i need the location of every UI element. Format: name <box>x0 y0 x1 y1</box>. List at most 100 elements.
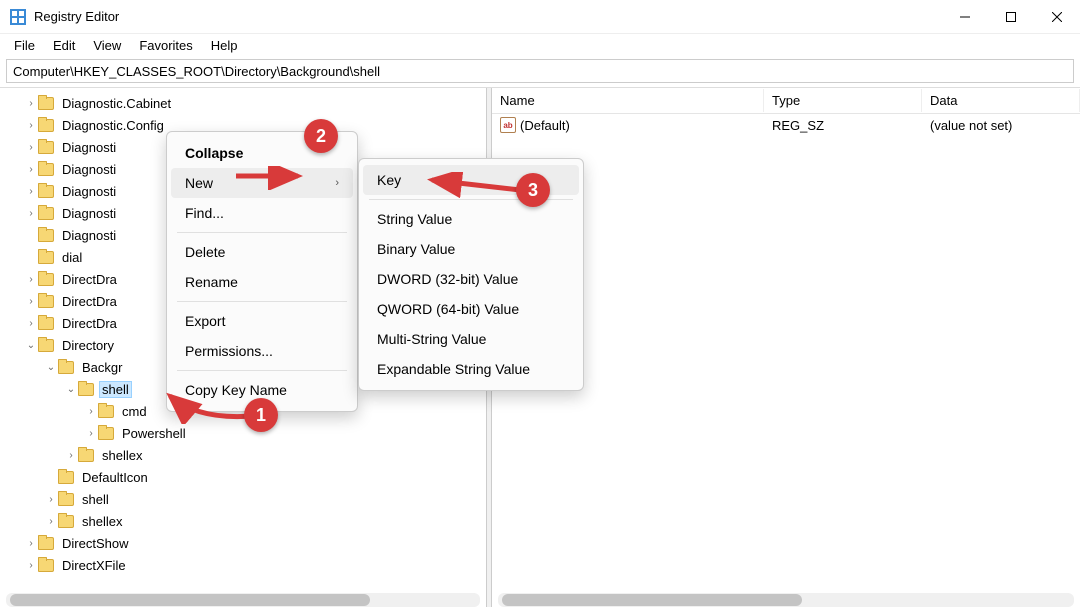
chevron-right-icon[interactable]: › <box>24 208 38 219</box>
context2-item-label: Expandable String Value <box>377 361 530 377</box>
chevron-right-icon[interactable]: › <box>24 560 38 571</box>
folder-icon <box>38 97 54 110</box>
folder-icon <box>38 295 54 308</box>
window-controls <box>942 0 1080 34</box>
tree-item-label: DirectDra <box>59 271 120 288</box>
tree-item[interactable]: ›DirectShow <box>4 532 486 554</box>
chevron-right-icon[interactable]: › <box>24 296 38 307</box>
col-header-name[interactable]: Name <box>492 89 764 112</box>
folder-icon <box>98 405 114 418</box>
chevron-right-icon[interactable]: › <box>44 494 58 505</box>
menu-help[interactable]: Help <box>203 36 246 55</box>
chevron-right-icon[interactable]: › <box>24 98 38 109</box>
tree-item-label: shell <box>99 381 132 398</box>
context1-item[interactable]: Export <box>167 306 357 336</box>
tree-item-label: shellex <box>99 447 145 464</box>
list-row[interactable]: ab(Default)REG_SZ(value not set) <box>492 114 1080 136</box>
folder-icon <box>58 361 74 374</box>
col-header-type[interactable]: Type <box>764 89 922 112</box>
chevron-right-icon[interactable]: › <box>24 274 38 285</box>
menu-file[interactable]: File <box>6 36 43 55</box>
menu-view[interactable]: View <box>85 36 129 55</box>
chevron-right-icon: › <box>24 230 38 241</box>
folder-icon <box>38 317 54 330</box>
folder-icon <box>38 339 54 352</box>
context1-item[interactable]: Find... <box>167 198 357 228</box>
annotation-2: 2 <box>304 119 338 153</box>
context1-item-label: Collapse <box>185 145 243 161</box>
context2-item[interactable]: Multi-String Value <box>359 324 583 354</box>
chevron-right-icon[interactable]: › <box>24 538 38 549</box>
context1-item[interactable]: Rename <box>167 267 357 297</box>
folder-icon <box>58 471 74 484</box>
chevron-right-icon[interactable]: › <box>24 164 38 175</box>
window-title: Registry Editor <box>34 9 119 24</box>
minimize-button[interactable] <box>942 0 988 34</box>
chevron-right-icon: › <box>335 177 339 189</box>
list-body: ab(Default)REG_SZ(value not set) <box>492 114 1080 136</box>
folder-icon <box>38 163 54 176</box>
context1-item-label: Delete <box>185 244 225 260</box>
list-hscrollbar[interactable] <box>498 593 1074 607</box>
menu-separator <box>177 301 347 302</box>
tree-item-label: Backgr <box>79 359 125 376</box>
tree-item-label: Diagnostic.Config <box>59 117 167 134</box>
context2-item[interactable]: DWORD (32-bit) Value <box>359 264 583 294</box>
menu-edit[interactable]: Edit <box>45 36 83 55</box>
chevron-down-icon[interactable]: ⌄ <box>44 362 58 373</box>
tree-item-label: Diagnosti <box>59 227 119 244</box>
chevron-right-icon[interactable]: › <box>24 142 38 153</box>
close-button[interactable] <box>1034 0 1080 34</box>
maximize-button[interactable] <box>988 0 1034 34</box>
chevron-right-icon: › <box>24 252 38 263</box>
tree-hscroll-thumb[interactable] <box>10 594 370 606</box>
list-hscroll-thumb[interactable] <box>502 594 802 606</box>
context2-item[interactable]: String Value <box>359 204 583 234</box>
col-header-data[interactable]: Data <box>922 89 1080 112</box>
chevron-right-icon[interactable]: › <box>24 186 38 197</box>
tree-item-label: Diagnosti <box>59 205 119 222</box>
context1-item[interactable]: Delete <box>167 237 357 267</box>
chevron-right-icon[interactable]: › <box>24 318 38 329</box>
chevron-right-icon[interactable]: › <box>84 428 98 439</box>
tree-item-label: Diagnostic.Cabinet <box>59 95 174 112</box>
tree-item[interactable]: ›Powershell <box>4 422 486 444</box>
annotation-3: 3 <box>516 173 550 207</box>
menu-favorites[interactable]: Favorites <box>131 36 200 55</box>
regedit-app-icon <box>10 9 26 25</box>
folder-icon <box>38 207 54 220</box>
tree-item-label: shellex <box>79 513 125 530</box>
tree-item[interactable]: ›DefaultIcon <box>4 466 486 488</box>
context2-item[interactable]: Binary Value <box>359 234 583 264</box>
tree-item[interactable]: ›DirectXFile <box>4 554 486 576</box>
tree-item-label: DirectDra <box>59 315 120 332</box>
chevron-down-icon[interactable]: ⌄ <box>24 340 38 351</box>
tree-item[interactable]: › shellex <box>4 444 486 466</box>
chevron-right-icon[interactable]: › <box>44 516 58 527</box>
menubar: File Edit View Favorites Help <box>0 34 1080 56</box>
tree-item-label: DefaultIcon <box>79 469 151 486</box>
context2-item-label: Key <box>377 172 401 188</box>
context2-item-label: String Value <box>377 211 452 227</box>
menu-separator <box>177 370 347 371</box>
chevron-right-icon[interactable]: › <box>64 450 78 461</box>
folder-icon <box>78 449 94 462</box>
chevron-down-icon[interactable]: ⌄ <box>64 384 78 395</box>
tree-item[interactable]: › Diagnostic.Cabinet <box>4 92 486 114</box>
tree-hscrollbar[interactable] <box>6 593 480 607</box>
context1-item-label: Rename <box>185 274 238 290</box>
tree-item-label: dial <box>59 249 85 266</box>
value-name: (Default) <box>520 118 570 133</box>
context2-item[interactable]: Expandable String Value <box>359 354 583 384</box>
list-header: Name Type Data <box>492 88 1080 114</box>
string-value-icon: ab <box>500 117 516 133</box>
chevron-right-icon[interactable]: › <box>84 406 98 417</box>
tree-item[interactable]: ›shell <box>4 488 486 510</box>
annotation-arrow-3 <box>420 172 530 198</box>
context1-item[interactable]: Permissions... <box>167 336 357 366</box>
chevron-right-icon[interactable]: › <box>24 120 38 131</box>
folder-icon <box>38 185 54 198</box>
tree-item[interactable]: › shellex <box>4 510 486 532</box>
address-bar[interactable]: Computer\HKEY_CLASSES_ROOT\Directory\Bac… <box>6 59 1074 83</box>
context2-item[interactable]: QWORD (64-bit) Value <box>359 294 583 324</box>
